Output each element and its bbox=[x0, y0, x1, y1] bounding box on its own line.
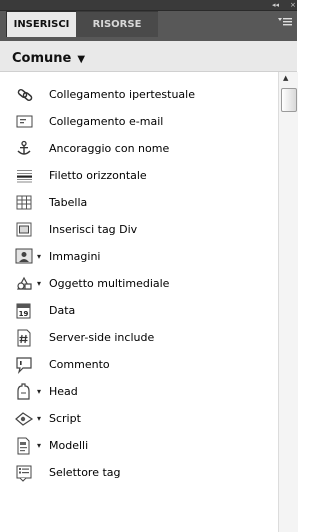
image-icon bbox=[15, 248, 35, 266]
item-label: Tabella bbox=[49, 196, 88, 209]
item-label: Ancoraggio con nome bbox=[49, 142, 170, 155]
category-selector[interactable]: Comune ▼ bbox=[12, 50, 85, 68]
dropdown-arrow-icon[interactable]: ▾ bbox=[37, 279, 41, 289]
anchor-icon bbox=[15, 140, 35, 158]
category-label: Comune bbox=[12, 51, 72, 66]
templates-icon bbox=[15, 437, 35, 455]
item-label: Server-side include bbox=[49, 331, 155, 344]
item-collegamento-e-mail[interactable]: Collegamento e-mail bbox=[0, 109, 278, 135]
item-head[interactable]: ▾ Head bbox=[0, 379, 278, 405]
email-link-icon bbox=[15, 113, 35, 131]
item-label: Inserisci tag Div bbox=[49, 223, 138, 236]
item-label: Immagini bbox=[49, 250, 101, 263]
item-label: Commento bbox=[49, 358, 110, 371]
table-icon bbox=[15, 194, 35, 212]
insert-panel: ◂◂ × INSERISCI RISORSE Comune ▼ Collegame… bbox=[0, 0, 298, 532]
item-label: Script bbox=[49, 412, 81, 425]
tab-inserisci[interactable]: INSERISCI bbox=[6, 11, 77, 37]
item-server-side-include[interactable]: Server-side include bbox=[0, 325, 278, 351]
close-icon[interactable]: × bbox=[290, 0, 296, 10]
horizontal-rule-icon bbox=[15, 167, 35, 185]
calendar-day-text: 19 bbox=[19, 310, 29, 318]
chevron-down-icon: ▼ bbox=[77, 54, 86, 65]
item-script[interactable]: ▾ Script bbox=[0, 406, 278, 432]
collapse-icon[interactable]: ◂◂ bbox=[272, 0, 279, 10]
item-oggetto-multimediale[interactable]: ▾ Oggetto multimediale bbox=[0, 271, 278, 297]
item-inserisci-tag-div[interactable]: Inserisci tag Div bbox=[0, 217, 278, 243]
hyperlink-icon bbox=[15, 86, 35, 104]
vertical-scrollbar[interactable] bbox=[278, 72, 298, 532]
div-tag-icon bbox=[15, 221, 35, 239]
dropdown-arrow-icon[interactable]: ▾ bbox=[37, 414, 41, 424]
dropdown-arrow-icon[interactable]: ▾ bbox=[37, 387, 41, 397]
item-selettore-tag[interactable]: Selettore tag bbox=[0, 460, 278, 486]
item-label: Oggetto multimediale bbox=[49, 277, 170, 290]
item-filetto-orizzontale[interactable]: Filetto orizzontale bbox=[0, 163, 278, 189]
comment-icon bbox=[15, 356, 35, 374]
item-ancoraggio-con-nome[interactable]: Ancoraggio con nome bbox=[0, 136, 278, 162]
item-data[interactable]: 19 Data bbox=[0, 298, 278, 324]
head-icon bbox=[15, 383, 35, 401]
item-collegamento-ipertestuale[interactable]: Collegamento ipertestuale bbox=[0, 82, 278, 108]
item-label: Collegamento ipertestuale bbox=[49, 88, 195, 101]
item-immagini[interactable]: ▾ Immagini bbox=[0, 244, 278, 270]
media-icon bbox=[15, 275, 35, 293]
dropdown-arrow-icon[interactable]: ▾ bbox=[37, 441, 41, 451]
scrollbar-thumb[interactable] bbox=[281, 88, 297, 112]
scroll-up-icon[interactable]: ▲ bbox=[283, 73, 288, 83]
item-label: Head bbox=[49, 385, 78, 398]
panel-menu-icon[interactable] bbox=[273, 16, 297, 32]
panel-titlebar: ◂◂ × bbox=[0, 0, 297, 11]
script-icon bbox=[15, 410, 35, 428]
item-label: Collegamento e-mail bbox=[49, 115, 164, 128]
dropdown-arrow-icon[interactable]: ▾ bbox=[37, 252, 41, 262]
divider bbox=[0, 71, 297, 72]
item-tabella[interactable]: Tabella bbox=[0, 190, 278, 216]
server-include-icon bbox=[15, 329, 35, 347]
item-modelli[interactable]: ▾ Modelli bbox=[0, 433, 278, 459]
item-label: Modelli bbox=[49, 439, 89, 452]
item-label: Data bbox=[49, 304, 76, 317]
item-commento[interactable]: Commento bbox=[0, 352, 278, 378]
item-label: Filetto orizzontale bbox=[49, 169, 147, 182]
item-label: Selettore tag bbox=[49, 466, 121, 479]
tag-chooser-icon bbox=[15, 464, 35, 482]
calendar-icon: 19 bbox=[15, 302, 35, 320]
tab-risorse[interactable]: RISORSE bbox=[76, 11, 158, 37]
